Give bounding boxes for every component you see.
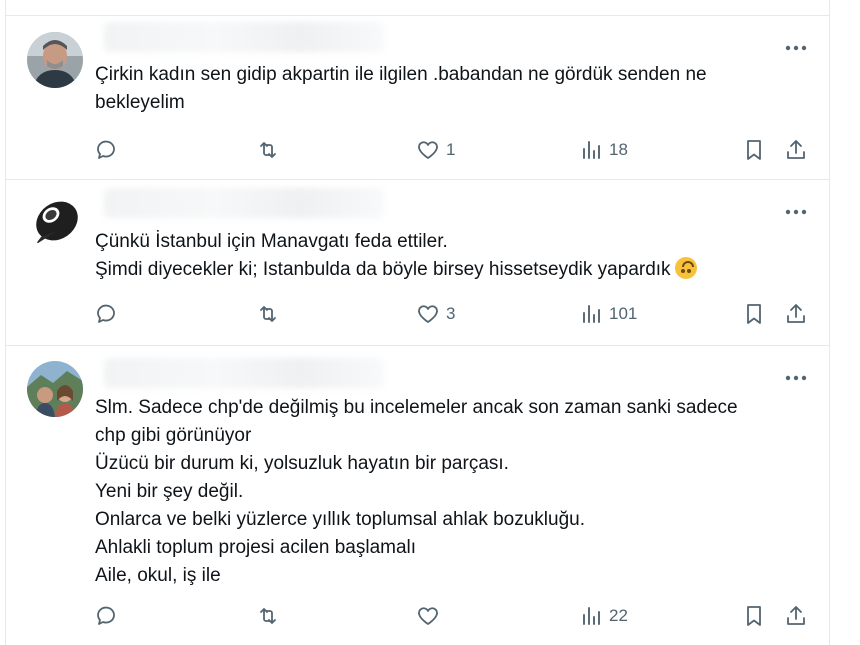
views-count: 101	[609, 304, 638, 323]
post-text-line: bekleyelim	[95, 92, 185, 113]
timeline-right-border	[829, 0, 830, 645]
post-text: Çirkin kadın sen gidip akpartin ile ilgi…	[95, 61, 799, 117]
views-count: 18	[609, 140, 628, 159]
bookmark-button[interactable]	[742, 135, 766, 165]
bookmark-button[interactable]	[742, 299, 766, 329]
views-button[interactable]: 22	[579, 601, 628, 631]
post-text: Çünkü İstanbul için Manavgatı feda ettil…	[95, 228, 799, 284]
views-button[interactable]: 18	[579, 135, 628, 165]
repost-icon	[260, 142, 276, 158]
blurred-author-name	[104, 188, 384, 218]
post-text-line: Çirkin kadın sen gidip akpartin ile ilgi…	[95, 64, 707, 85]
heart-icon	[418, 141, 438, 159]
blurred-author-name	[104, 22, 384, 52]
reply-icon	[97, 304, 115, 323]
bookmark-icon	[747, 140, 761, 160]
action-bar: 22	[6, 601, 829, 631]
more-icon	[785, 45, 807, 51]
reply-button[interactable]	[94, 299, 118, 329]
post-text-line: chp gibi görünüyor	[95, 425, 252, 446]
post-text-line: Aile, okul, iş ile	[95, 565, 221, 586]
repost-icon	[260, 608, 276, 624]
bookmark-icon	[747, 606, 761, 626]
like-button[interactable]: 1	[416, 135, 455, 165]
post-text-line: Onlarca ve belki yüzlerce yıllık toplums…	[95, 509, 586, 530]
reply-button[interactable]	[94, 135, 118, 165]
avatar[interactable]	[27, 193, 83, 249]
post-text-line: Şimdi diyecekler ki; Istanbulda da böyle…	[95, 256, 799, 284]
views-button[interactable]: 101	[579, 299, 637, 329]
avatar[interactable]	[27, 32, 83, 88]
blurred-author-name	[104, 358, 384, 388]
more-options-button[interactable]	[783, 204, 809, 220]
more-icon	[785, 375, 807, 381]
post-text-line: Ahlakli toplum projesi acilen başlamalı	[95, 537, 417, 558]
avatar[interactable]	[27, 361, 83, 417]
repost-button[interactable]	[256, 135, 280, 165]
like-count: 3	[446, 304, 456, 323]
post-text-line-content: Şimdi diyecekler ki; Istanbulda da böyle…	[95, 259, 671, 280]
post-text-line: Çünkü İstanbul için Manavgatı feda ettil…	[95, 231, 448, 252]
reply-icon	[97, 140, 115, 159]
like-button[interactable]	[416, 601, 446, 631]
share-button[interactable]	[784, 299, 808, 329]
post-text: Slm. Sadece chp'de değilmiş bu incelemel…	[95, 394, 799, 590]
views-icon	[583, 141, 600, 159]
bookmark-icon	[747, 304, 761, 324]
post-text-line: Yeni bir şey değil.	[95, 481, 244, 502]
share-button[interactable]	[784, 601, 808, 631]
more-icon	[785, 209, 807, 215]
action-bar: 3 101	[6, 299, 829, 329]
views-icon	[583, 607, 600, 625]
more-options-button[interactable]	[783, 40, 809, 56]
like-count: 1	[446, 140, 456, 159]
heart-icon	[418, 305, 438, 323]
share-icon	[787, 140, 805, 159]
reply-post[interactable]: Slm. Sadece chp'de değilmiş bu incelemel…	[6, 346, 829, 645]
repost-button[interactable]	[256, 299, 280, 329]
like-button[interactable]: 3	[416, 299, 455, 329]
reply-icon	[97, 606, 115, 625]
reply-button[interactable]	[94, 601, 118, 631]
views-icon	[583, 305, 600, 323]
share-icon	[787, 304, 805, 323]
bookmark-button[interactable]	[742, 601, 766, 631]
share-icon	[787, 606, 805, 625]
post-text-line: Üzücü bir durum ki, yolsuzluk hayatın bi…	[95, 453, 509, 474]
upside-down-face-emoji	[674, 257, 697, 279]
reply-post[interactable]: Çirkin kadın sen gidip akpartin ile ilgi…	[6, 16, 829, 179]
repost-button[interactable]	[256, 601, 280, 631]
more-options-button[interactable]	[783, 370, 809, 386]
reply-post[interactable]: Çünkü İstanbul için Manavgatı feda ettil…	[6, 180, 829, 345]
views-count: 22	[609, 606, 628, 625]
action-bar: 1 18	[6, 135, 829, 165]
share-button[interactable]	[784, 135, 808, 165]
heart-icon	[418, 607, 438, 625]
post-text-line: Slm. Sadece chp'de değilmiş bu incelemel…	[95, 397, 738, 418]
repost-icon	[260, 306, 276, 322]
